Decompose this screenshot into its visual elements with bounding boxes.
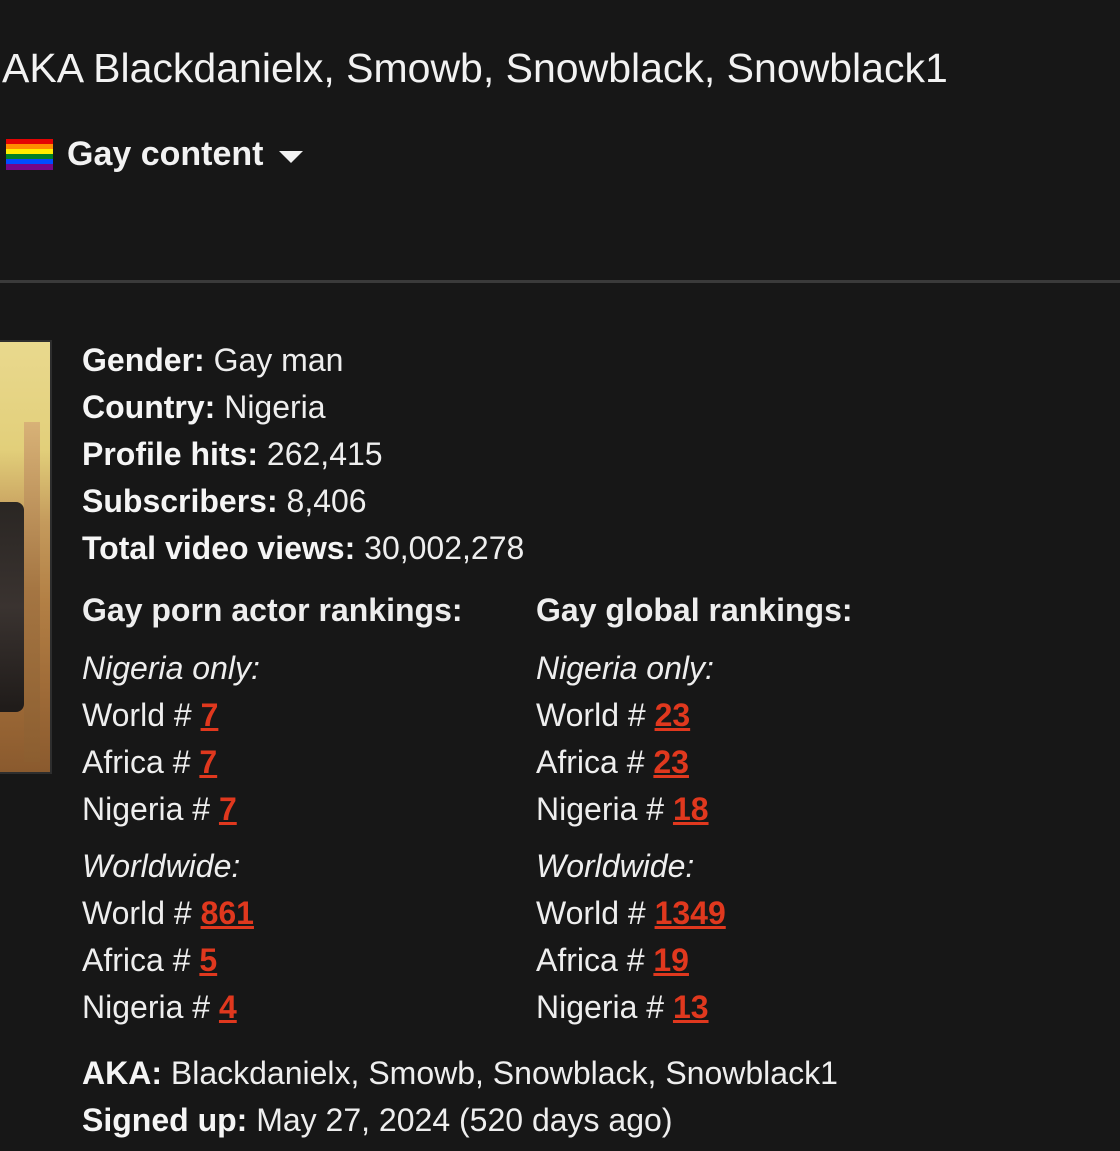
rank-label: World # xyxy=(82,895,192,931)
rank-link[interactable]: 7 xyxy=(201,697,219,733)
global-worldwide-africa-rank: Africa # 19 xyxy=(536,937,853,984)
rank-link[interactable]: 861 xyxy=(201,895,254,931)
actor-local-nigeria-rank: Nigeria # 7 xyxy=(82,786,463,833)
rank-link[interactable]: 4 xyxy=(219,989,237,1025)
rank-label: World # xyxy=(82,697,192,733)
global-local-africa-rank: Africa # 23 xyxy=(536,739,853,786)
global-worldwide-heading: Worldwide: xyxy=(536,848,695,884)
rank-label: Africa # xyxy=(82,744,191,780)
rank-link[interactable]: 1349 xyxy=(655,895,726,931)
section-divider xyxy=(0,280,1120,283)
global-local-world-rank: World # 23 xyxy=(536,692,853,739)
gender-row: Gender: Gay man xyxy=(82,337,524,384)
rank-label: Africa # xyxy=(82,942,191,978)
rank-label: Nigeria # xyxy=(536,791,665,827)
content-filter-dropdown[interactable]: Gay content xyxy=(6,132,304,176)
signed-up-label: Signed up: xyxy=(82,1102,248,1138)
profile-footer: AKA: Blackdanielx, Smowb, Snowblack, Sno… xyxy=(82,1050,838,1144)
rank-label: Africa # xyxy=(536,744,645,780)
photo-detail-frame xyxy=(24,422,40,762)
subscribers-row: Subscribers: 8,406 xyxy=(82,478,524,525)
rainbow-flag-icon xyxy=(6,138,53,170)
global-worldwide-world-rank: World # 1349 xyxy=(536,890,853,937)
rank-link[interactable]: 5 xyxy=(199,942,217,978)
signed-up-row: Signed up: May 27, 2024 (520 days ago) xyxy=(82,1097,838,1144)
actor-local-heading: Nigeria only: xyxy=(82,650,260,686)
profile-info: Gender: Gay man Country: Nigeria Profile… xyxy=(82,337,524,572)
rank-label: Nigeria # xyxy=(82,791,211,827)
rank-link[interactable]: 23 xyxy=(655,697,691,733)
country-label: Country: xyxy=(82,389,216,425)
rank-label: Nigeria # xyxy=(536,989,665,1025)
actor-rankings: Gay porn actor rankings: Nigeria only: W… xyxy=(82,587,463,1031)
rank-label: Nigeria # xyxy=(82,989,211,1025)
total-views-row: Total video views: 30,002,278 xyxy=(82,525,524,572)
actor-local-world-rank: World # 7 xyxy=(82,692,463,739)
global-local-heading: Nigeria only: xyxy=(536,650,714,686)
rank-label: Africa # xyxy=(536,942,645,978)
aka-label: AKA: xyxy=(82,1055,162,1091)
rank-link[interactable]: 13 xyxy=(673,989,709,1025)
actor-worldwide-heading: Worldwide: xyxy=(82,848,241,884)
actor-local-africa-rank: Africa # 7 xyxy=(82,739,463,786)
gender-label: Gender: xyxy=(82,342,205,378)
global-worldwide-nigeria-rank: Nigeria # 13 xyxy=(536,984,853,1031)
profile-hits-value: 262,415 xyxy=(266,436,383,472)
actor-worldwide-africa-rank: Africa # 5 xyxy=(82,937,463,984)
profile-hits-label: Profile hits: xyxy=(82,436,259,472)
global-rankings: Gay global rankings: Nigeria only: World… xyxy=(536,587,853,1031)
profile-hits-row: Profile hits: 262,415 xyxy=(82,431,524,478)
subscribers-label: Subscribers: xyxy=(82,483,278,519)
actor-rankings-title: Gay porn actor rankings: xyxy=(82,592,463,628)
total-views-value: 30,002,278 xyxy=(364,530,525,566)
gender-value: Gay man xyxy=(213,342,344,378)
aka-value: Blackdanielx, Smowb, Snowblack, Snowblac… xyxy=(170,1055,838,1091)
caret-down-icon xyxy=(279,151,304,163)
signed-up-value: May 27, 2024 (520 days ago) xyxy=(256,1102,673,1138)
rank-link[interactable]: 7 xyxy=(219,791,237,827)
profile-page: AKA Blackdanielx, Smowb, Snowblack, Snow… xyxy=(0,0,1120,1151)
rank-label: World # xyxy=(536,697,646,733)
flag-stripe-purple xyxy=(6,164,53,170)
country-value: Nigeria xyxy=(224,389,326,425)
subscribers-value: 8,406 xyxy=(286,483,367,519)
profile-photo[interactable] xyxy=(0,340,52,774)
rank-link[interactable]: 19 xyxy=(653,942,689,978)
photo-detail-seat xyxy=(0,502,24,712)
aka-heading: AKA Blackdanielx, Smowb, Snowblack, Snow… xyxy=(2,45,948,91)
total-views-label: Total video views: xyxy=(82,530,356,566)
country-row: Country: Nigeria xyxy=(82,384,524,431)
global-local-nigeria-rank: Nigeria # 18 xyxy=(536,786,853,833)
aka-row: AKA: Blackdanielx, Smowb, Snowblack, Sno… xyxy=(82,1050,838,1097)
content-filter-label: Gay content xyxy=(67,134,264,173)
rank-link[interactable]: 23 xyxy=(653,744,689,780)
actor-worldwide-nigeria-rank: Nigeria # 4 xyxy=(82,984,463,1031)
global-rankings-title: Gay global rankings: xyxy=(536,592,853,628)
actor-worldwide-world-rank: World # 861 xyxy=(82,890,463,937)
rank-link[interactable]: 18 xyxy=(673,791,709,827)
rank-label: World # xyxy=(536,895,646,931)
rank-link[interactable]: 7 xyxy=(199,744,217,780)
